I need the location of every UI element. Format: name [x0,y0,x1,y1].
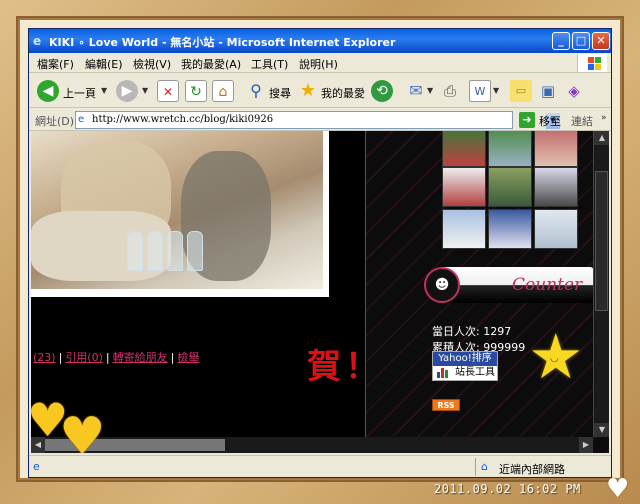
window-title: KIKI ∘ Love World - 無名小站 - Microsoft Int… [49,36,396,49]
scroll-right-icon[interactable]: ▶ [579,437,593,453]
rss-badge[interactable]: RSS [432,399,460,411]
links-chevron-icon[interactable]: » [601,113,607,123]
menu-tools[interactable]: 工具(T) [251,56,288,72]
search-button-label[interactable]: 搜尋 [269,85,291,101]
album-thumbnail[interactable] [488,131,532,167]
history-icon[interactable]: ⟲ [371,80,393,102]
counter-title: Counter [512,275,583,295]
close-button[interactable]: ✕ [592,32,610,50]
notes-icon[interactable]: ▭ [510,80,532,102]
today-visits: 當日人次: 1297 [432,325,512,338]
mail-dropdown-icon[interactable]: ▼ [427,86,433,95]
address-bar: 網址(D) e http://www.wretch.cc/blog/kiki09… [29,109,611,131]
post-links: (23) | 引用(0) | 轉寄給朋友 | 檢舉 [33,351,200,364]
report-link[interactable]: 檢舉 [177,351,199,364]
forward-arrow-icon[interactable]: ▶ [116,80,138,102]
trackback-link[interactable]: 引用(0) [65,351,103,364]
maximize-button[interactable]: □ [572,32,590,50]
go-arrow-icon[interactable]: ➜ [519,112,535,128]
address-label: 網址(D) [35,115,75,128]
menu-bar: 檔案(F) 編輯(E) 檢視(V) 我的最愛(A) 工具(T) 說明(H) [29,53,611,73]
hello-kitty-icon: ☻ [424,267,460,303]
research-icon[interactable]: ◈ [563,80,585,102]
edit-icon[interactable]: W [469,80,491,102]
back-dropdown-icon[interactable]: ▼ [101,86,107,95]
mail-icon[interactable]: ✉ [405,80,427,102]
album-thumbnail[interactable] [442,209,486,249]
blog-photo[interactable] [31,131,323,289]
photo-date-stamp: 2011.09.02 16:02 PM [434,482,581,496]
go-button[interactable]: 移至 [539,113,561,129]
star-face-icon: ◡ [550,353,559,364]
home-icon[interactable]: ⌂ [212,80,234,102]
favorites-star-icon[interactable]: ★ [297,80,319,102]
title-bar[interactable]: e KIKI ∘ Love World - 無名小站 - Microsoft I… [29,29,611,53]
menu-edit[interactable]: 編輯(E) [85,56,123,72]
intranet-zone-icon: ⌂ [481,460,488,473]
menu-view[interactable]: 檢視(V) [133,56,171,72]
vertical-scroll-thumb[interactable] [595,171,608,311]
album-thumbnail[interactable] [488,209,532,249]
edit-dropdown-icon[interactable]: ▼ [493,86,499,95]
site-tools-label[interactable]: 站長工具 [433,366,497,380]
ie-logo-icon: e [33,34,42,48]
scroll-down-icon[interactable]: ▼ [594,423,609,437]
scroll-up-icon[interactable]: ▲ [594,131,609,145]
security-zone: 近端內部網路 [499,463,565,476]
album-thumbnail[interactable] [442,167,486,207]
status-bar: e ⌂ 近端內部網路 [29,455,611,477]
stop-icon[interactable]: ✕ [157,80,179,102]
refresh-icon[interactable]: ↻ [185,80,207,102]
heart-icon: ♥ [606,474,630,504]
address-input[interactable]: e http://www.wretch.cc/blog/kiki0926 ▼ [75,111,560,129]
search-icon[interactable]: ⚲ [245,80,267,102]
blog-photo-frame [31,131,329,297]
windows-flag-icon [577,54,607,72]
page-icon: e [78,114,85,125]
menu-help[interactable]: 說明(H) [299,56,338,72]
vertical-scrollbar[interactable]: ▲ ▼ [593,131,609,437]
back-arrow-icon[interactable]: ◀ [37,80,59,102]
album-thumbnail[interactable] [534,209,578,249]
sidebar: ☻ Counter 當日人次: 1297 累積人次: 999999 Yahoo!… [365,131,609,453]
back-button-label[interactable]: 上一頁 [63,85,96,101]
page-done-icon: e [33,460,40,473]
computer-icon[interactable]: ▣ [537,80,559,102]
album-thumbnail[interactable] [534,131,578,167]
forward-dropdown-icon[interactable]: ▼ [142,86,148,95]
album-thumbnail[interactable] [442,131,486,167]
favorites-button-label[interactable]: 我的最愛 [321,85,365,101]
print-icon[interactable]: ⎙ [439,80,461,102]
address-url[interactable]: http://www.wretch.cc/blog/kiki0926 [92,114,273,125]
yahoo-rank-widget[interactable]: Yahoo!排序 站長工具 [432,351,498,381]
ie-window: e KIKI ∘ Love World - 無名小站 - Microsoft I… [28,28,612,478]
heart-icon: ♥ [59,407,106,453]
menu-favorites[interactable]: 我的最愛(A) [181,56,241,72]
album-thumbnail[interactable] [488,167,532,207]
album-thumbnail[interactable] [534,167,578,207]
hearts-decoration: ♥ ♥ [31,393,117,453]
yahoo-rank-label[interactable]: Yahoo!排序 [433,352,497,366]
forward-to-friend-link[interactable]: 轉寄給朋友 [113,351,168,364]
page-viewport: (23) | 引用(0) | 轉寄給朋友 | 檢舉 賀！！ ☻ Counter 當日人次: … [31,131,609,453]
comments-link[interactable]: (23) [33,351,56,364]
menu-file[interactable]: 檔案(F) [37,56,74,72]
minimize-button[interactable]: _ [552,32,570,50]
standard-toolbar: ◀ 上一頁 ▼ ▶ ▼ ✕ ↻ ⌂ ⚲ 搜尋 ★ 我的最愛 ⟲ ✉ ▼ ⎙ W … [29,74,611,108]
links-button[interactable]: 連結 [571,113,593,129]
